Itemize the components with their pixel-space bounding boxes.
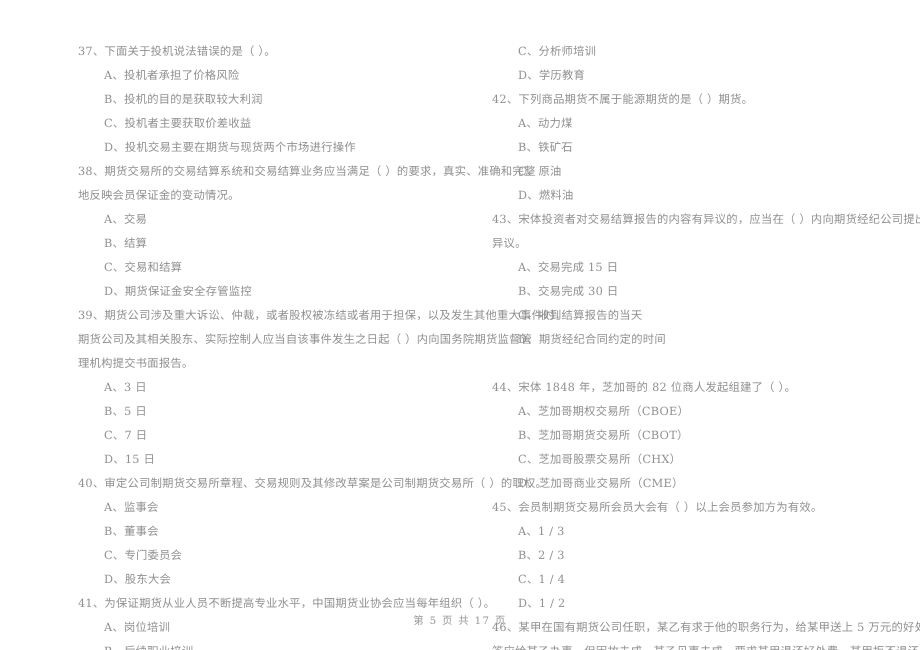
answer-option[interactable]: C、分析师培训 <box>492 40 892 64</box>
answer-option[interactable]: A、投机者承担了价格风险 <box>78 64 478 88</box>
vertical-spacer <box>492 352 892 376</box>
answer-option[interactable]: C、交易和结算 <box>78 256 478 280</box>
answer-option[interactable]: C、芝加哥股票交易所（CHX） <box>492 448 892 472</box>
scanned-exam-page: 37、下面关于投机说法错误的是（ ）。 A、投机者承担了价格风险 B、投机的目的是获… <box>0 0 920 650</box>
answer-option[interactable]: C、投机者主要获取价差收益 <box>78 112 478 136</box>
question-stem-continuation: 理机构提交书面报告。 <box>78 357 194 370</box>
question-stem: 42、下列商品期货不属于能源期货的是（ ）期货。 <box>492 93 754 106</box>
answer-option[interactable]: D、学历教育 <box>492 64 892 88</box>
answer-option[interactable]: A、1 / 3 <box>492 520 892 544</box>
answer-option[interactable]: D、15 日 <box>78 448 478 472</box>
answer-option[interactable]: D、芝加哥商业交易所（CME） <box>492 472 892 496</box>
question-stem: 40、审定公司制期货交易所章程、交易规则及其修改草案是公司制期货交易所（ ）的职… <box>78 477 548 490</box>
answer-option[interactable]: C、7 日 <box>78 424 478 448</box>
answer-option[interactable]: D、燃料油 <box>492 184 892 208</box>
question-stem-continuation: 异议。 <box>492 237 527 250</box>
answer-option[interactable]: B、投机的目的是获取较大利润 <box>78 88 478 112</box>
question-stem-continuation: 地反映会员保证金的变动情况。 <box>78 189 240 202</box>
answer-option[interactable]: A、监事会 <box>78 496 478 520</box>
answer-option[interactable]: C、收到结算报告的当天 <box>492 304 892 328</box>
answer-option[interactable]: A、3 日 <box>78 376 478 400</box>
question-stem: 39、期货公司涉及重大诉讼、仲裁，或者股权被冻结或者用于担保，以及发生其他重大事… <box>78 309 567 322</box>
question-stem: 43、宋体投资者对交易结算报告的内容有异议的，应当在（ ）内向期货经纪公司提出书… <box>492 213 920 226</box>
answer-option[interactable]: A、交易 <box>78 208 478 232</box>
question-stem-continuation: 期货公司及其相关股东、实际控制人应当自该事件发生之日起（ ）内向国务院期货监督管 <box>78 333 533 346</box>
answer-option[interactable]: D、期货保证金安全存管监控 <box>78 280 478 304</box>
answer-option[interactable]: B、结算 <box>78 232 478 256</box>
answer-option[interactable]: B、2 / 3 <box>492 544 892 568</box>
answer-option[interactable]: A、动力煤 <box>492 112 892 136</box>
answer-option[interactable]: C、1 / 4 <box>492 568 892 592</box>
answer-option[interactable]: B、后续职业培训 <box>78 640 478 650</box>
question-stem: 44、宋体 1848 年，芝加哥的 82 位商人发起组建了（ ）。 <box>492 381 796 394</box>
right-column: C、分析师培训 D、学历教育 42、下列商品期货不属于能源期货的是（ ）期货。 A、动… <box>492 40 920 650</box>
answer-option[interactable]: B、芝加哥期货交易所（CBOT） <box>492 424 892 448</box>
answer-option[interactable]: C、专门委员会 <box>78 544 478 568</box>
question-stem: 45、会员制期货交易所会员大会有（ ）以上会员参加方为有效。 <box>492 501 823 514</box>
question-stem: 37、下面关于投机说法错误的是（ ）。 <box>78 45 276 58</box>
question-stem: 38、期货交易所的交易结算系统和交易结算业务应当满足（ ）的要求，真实、准确和完… <box>78 165 536 178</box>
answer-option[interactable]: B、董事会 <box>78 520 478 544</box>
answer-option[interactable]: B、5 日 <box>78 400 478 424</box>
page-footer: 第 5 页 共 17 页 <box>413 616 507 627</box>
answer-option[interactable]: D、股东大会 <box>78 568 478 592</box>
left-column: 37、下面关于投机说法错误的是（ ）。 A、投机者承担了价格风险 B、投机的目的是获… <box>78 40 567 650</box>
answer-option[interactable]: B、交易完成 30 日 <box>492 280 892 304</box>
answer-option[interactable]: C、原油 <box>492 160 892 184</box>
answer-option[interactable]: D、投机交易主要在期货与现货两个市场进行操作 <box>78 136 478 160</box>
answer-option[interactable]: D、期货经纪合同约定的时间 <box>492 328 892 352</box>
answer-option[interactable]: A、交易完成 15 日 <box>492 256 892 280</box>
answer-option[interactable]: A、芝加哥期权交易所（CBOE） <box>492 400 892 424</box>
answer-option[interactable]: B、铁矿石 <box>492 136 892 160</box>
question-stem-continuation: 答应给某乙办事，但因故未成。某乙见事未成，要求某甲退还好处费。某甲拒不退还，并威… <box>492 640 920 650</box>
